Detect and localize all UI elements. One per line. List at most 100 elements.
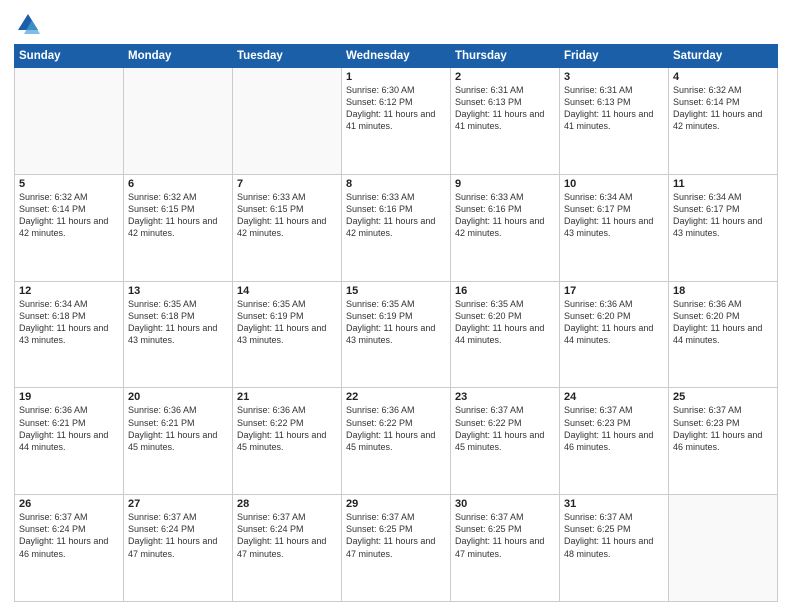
day-number: 5 [19, 178, 119, 190]
weekday-header-thursday: Thursday [451, 45, 560, 68]
day-number: 14 [237, 285, 337, 297]
day-info: Sunrise: 6:37 AM Sunset: 6:24 PM Dayligh… [19, 511, 119, 560]
day-number: 1 [346, 71, 446, 83]
day-cell: 4Sunrise: 6:32 AM Sunset: 6:14 PM Daylig… [669, 68, 778, 175]
day-info: Sunrise: 6:31 AM Sunset: 6:13 PM Dayligh… [564, 84, 664, 133]
day-info: Sunrise: 6:34 AM Sunset: 6:17 PM Dayligh… [564, 191, 664, 240]
logo-icon [14, 10, 42, 38]
day-cell: 20Sunrise: 6:36 AM Sunset: 6:21 PM Dayli… [124, 388, 233, 495]
day-number: 22 [346, 391, 446, 403]
day-number: 7 [237, 178, 337, 190]
day-cell: 14Sunrise: 6:35 AM Sunset: 6:19 PM Dayli… [233, 281, 342, 388]
day-cell: 1Sunrise: 6:30 AM Sunset: 6:12 PM Daylig… [342, 68, 451, 175]
day-number: 30 [455, 498, 555, 510]
week-row-1: 1Sunrise: 6:30 AM Sunset: 6:12 PM Daylig… [15, 68, 778, 175]
day-cell: 7Sunrise: 6:33 AM Sunset: 6:15 PM Daylig… [233, 174, 342, 281]
day-number: 3 [564, 71, 664, 83]
day-cell: 5Sunrise: 6:32 AM Sunset: 6:14 PM Daylig… [15, 174, 124, 281]
day-number: 23 [455, 391, 555, 403]
day-info: Sunrise: 6:35 AM Sunset: 6:19 PM Dayligh… [346, 298, 446, 347]
day-number: 16 [455, 285, 555, 297]
day-cell: 8Sunrise: 6:33 AM Sunset: 6:16 PM Daylig… [342, 174, 451, 281]
day-info: Sunrise: 6:32 AM Sunset: 6:14 PM Dayligh… [673, 84, 773, 133]
day-cell: 23Sunrise: 6:37 AM Sunset: 6:22 PM Dayli… [451, 388, 560, 495]
day-cell: 17Sunrise: 6:36 AM Sunset: 6:20 PM Dayli… [560, 281, 669, 388]
day-cell: 31Sunrise: 6:37 AM Sunset: 6:25 PM Dayli… [560, 495, 669, 602]
weekday-header-wednesday: Wednesday [342, 45, 451, 68]
day-cell: 30Sunrise: 6:37 AM Sunset: 6:25 PM Dayli… [451, 495, 560, 602]
day-cell: 27Sunrise: 6:37 AM Sunset: 6:24 PM Dayli… [124, 495, 233, 602]
day-cell: 6Sunrise: 6:32 AM Sunset: 6:15 PM Daylig… [124, 174, 233, 281]
day-cell [669, 495, 778, 602]
day-number: 6 [128, 178, 228, 190]
day-info: Sunrise: 6:31 AM Sunset: 6:13 PM Dayligh… [455, 84, 555, 133]
day-number: 24 [564, 391, 664, 403]
day-info: Sunrise: 6:36 AM Sunset: 6:22 PM Dayligh… [346, 404, 446, 453]
day-info: Sunrise: 6:32 AM Sunset: 6:15 PM Dayligh… [128, 191, 228, 240]
day-cell [15, 68, 124, 175]
day-number: 28 [237, 498, 337, 510]
day-cell [124, 68, 233, 175]
day-number: 29 [346, 498, 446, 510]
page: SundayMondayTuesdayWednesdayThursdayFrid… [0, 0, 792, 612]
day-info: Sunrise: 6:37 AM Sunset: 6:24 PM Dayligh… [237, 511, 337, 560]
day-cell: 26Sunrise: 6:37 AM Sunset: 6:24 PM Dayli… [15, 495, 124, 602]
day-cell: 2Sunrise: 6:31 AM Sunset: 6:13 PM Daylig… [451, 68, 560, 175]
day-number: 8 [346, 178, 446, 190]
header [14, 10, 778, 38]
day-cell: 3Sunrise: 6:31 AM Sunset: 6:13 PM Daylig… [560, 68, 669, 175]
day-cell: 15Sunrise: 6:35 AM Sunset: 6:19 PM Dayli… [342, 281, 451, 388]
day-cell [233, 68, 342, 175]
day-cell: 16Sunrise: 6:35 AM Sunset: 6:20 PM Dayli… [451, 281, 560, 388]
week-row-2: 5Sunrise: 6:32 AM Sunset: 6:14 PM Daylig… [15, 174, 778, 281]
day-number: 26 [19, 498, 119, 510]
day-number: 11 [673, 178, 773, 190]
day-info: Sunrise: 6:32 AM Sunset: 6:14 PM Dayligh… [19, 191, 119, 240]
day-info: Sunrise: 6:35 AM Sunset: 6:19 PM Dayligh… [237, 298, 337, 347]
week-row-4: 19Sunrise: 6:36 AM Sunset: 6:21 PM Dayli… [15, 388, 778, 495]
logo [14, 10, 46, 38]
weekday-header-tuesday: Tuesday [233, 45, 342, 68]
day-info: Sunrise: 6:36 AM Sunset: 6:20 PM Dayligh… [564, 298, 664, 347]
day-number: 10 [564, 178, 664, 190]
day-cell: 19Sunrise: 6:36 AM Sunset: 6:21 PM Dayli… [15, 388, 124, 495]
day-info: Sunrise: 6:36 AM Sunset: 6:21 PM Dayligh… [128, 404, 228, 453]
day-number: 12 [19, 285, 119, 297]
day-info: Sunrise: 6:36 AM Sunset: 6:20 PM Dayligh… [673, 298, 773, 347]
day-info: Sunrise: 6:37 AM Sunset: 6:24 PM Dayligh… [128, 511, 228, 560]
day-info: Sunrise: 6:30 AM Sunset: 6:12 PM Dayligh… [346, 84, 446, 133]
day-cell: 12Sunrise: 6:34 AM Sunset: 6:18 PM Dayli… [15, 281, 124, 388]
day-info: Sunrise: 6:33 AM Sunset: 6:16 PM Dayligh… [346, 191, 446, 240]
day-number: 31 [564, 498, 664, 510]
weekday-header-friday: Friday [560, 45, 669, 68]
day-info: Sunrise: 6:34 AM Sunset: 6:18 PM Dayligh… [19, 298, 119, 347]
day-number: 4 [673, 71, 773, 83]
day-cell: 10Sunrise: 6:34 AM Sunset: 6:17 PM Dayli… [560, 174, 669, 281]
day-number: 15 [346, 285, 446, 297]
day-number: 9 [455, 178, 555, 190]
day-number: 27 [128, 498, 228, 510]
day-info: Sunrise: 6:37 AM Sunset: 6:25 PM Dayligh… [455, 511, 555, 560]
day-cell: 29Sunrise: 6:37 AM Sunset: 6:25 PM Dayli… [342, 495, 451, 602]
day-info: Sunrise: 6:37 AM Sunset: 6:25 PM Dayligh… [346, 511, 446, 560]
day-number: 20 [128, 391, 228, 403]
day-number: 2 [455, 71, 555, 83]
day-info: Sunrise: 6:37 AM Sunset: 6:22 PM Dayligh… [455, 404, 555, 453]
weekday-header-saturday: Saturday [669, 45, 778, 68]
day-number: 18 [673, 285, 773, 297]
week-row-5: 26Sunrise: 6:37 AM Sunset: 6:24 PM Dayli… [15, 495, 778, 602]
day-info: Sunrise: 6:33 AM Sunset: 6:16 PM Dayligh… [455, 191, 555, 240]
day-info: Sunrise: 6:36 AM Sunset: 6:22 PM Dayligh… [237, 404, 337, 453]
day-info: Sunrise: 6:37 AM Sunset: 6:23 PM Dayligh… [673, 404, 773, 453]
day-cell: 24Sunrise: 6:37 AM Sunset: 6:23 PM Dayli… [560, 388, 669, 495]
day-info: Sunrise: 6:37 AM Sunset: 6:23 PM Dayligh… [564, 404, 664, 453]
day-info: Sunrise: 6:35 AM Sunset: 6:20 PM Dayligh… [455, 298, 555, 347]
weekday-header-monday: Monday [124, 45, 233, 68]
day-cell: 18Sunrise: 6:36 AM Sunset: 6:20 PM Dayli… [669, 281, 778, 388]
day-cell: 22Sunrise: 6:36 AM Sunset: 6:22 PM Dayli… [342, 388, 451, 495]
weekday-header-sunday: Sunday [15, 45, 124, 68]
day-info: Sunrise: 6:37 AM Sunset: 6:25 PM Dayligh… [564, 511, 664, 560]
day-cell: 21Sunrise: 6:36 AM Sunset: 6:22 PM Dayli… [233, 388, 342, 495]
day-cell: 9Sunrise: 6:33 AM Sunset: 6:16 PM Daylig… [451, 174, 560, 281]
calendar-table: SundayMondayTuesdayWednesdayThursdayFrid… [14, 44, 778, 602]
